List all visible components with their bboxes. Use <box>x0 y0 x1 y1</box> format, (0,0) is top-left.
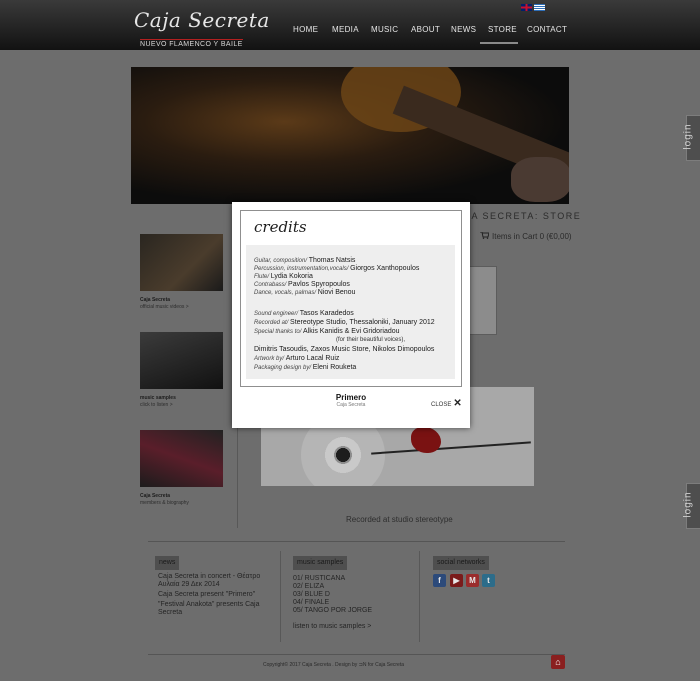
credit-line: Special thanks to/ Alkis Kanidis & Evi G… <box>254 328 400 335</box>
arrow-up-icon: ⌂ <box>555 657 561 667</box>
track-item[interactable]: 03/ BLUE D <box>293 591 330 598</box>
track-item[interactable]: 01/ RUSTICANA <box>293 575 345 582</box>
gr-flag-icon[interactable] <box>534 4 545 11</box>
login-label: login <box>682 491 694 518</box>
credit-role: Recorded at/ <box>254 320 289 326</box>
active-nav-underline <box>480 42 518 44</box>
credit-role: Special thanks to/ <box>254 329 302 335</box>
credit-name: Arturo Lacal Ruiz <box>285 355 340 362</box>
credit-name: Pavlos Spyropoulos <box>288 281 350 288</box>
thumb-members[interactable] <box>140 430 223 487</box>
nav-music[interactable]: MUSIC <box>371 25 398 34</box>
credit-role: Artwork by/ <box>254 356 285 362</box>
close-icon: ✕ <box>453 398 462 409</box>
site-logo[interactable]: Caja Secreta <box>134 8 270 32</box>
credit-role: Guitar, composition/ <box>254 258 308 264</box>
product-card[interactable] <box>466 266 497 335</box>
footer-divider-vertical <box>419 551 420 642</box>
credit-name: Thomas Natsis <box>308 257 356 264</box>
credit-line: Percussion, instrumentation,vocals/ Gior… <box>254 265 419 272</box>
cart-icon <box>480 232 489 239</box>
credit-name: Lydia Kokoria <box>270 273 313 280</box>
credit-line: Packaging design by/ Eleni Rouketa <box>254 364 356 371</box>
credit-line: Guitar, composition/ Thomas Natsis <box>254 257 355 264</box>
credit-name: Tasos Karadedos <box>299 310 354 317</box>
close-button[interactable]: CLOSE ✕ <box>431 398 462 409</box>
red-splash-shape <box>411 427 441 453</box>
credits-modal: credits Guitar, composition/ Thomas Nats… <box>232 202 470 428</box>
close-label: CLOSE <box>431 402 452 408</box>
credit-role: Dance, vocals, palmas/ <box>254 290 317 296</box>
nav-store[interactable]: STORE <box>488 25 517 34</box>
thumb-subtitle[interactable]: click to listen > <box>140 402 173 408</box>
facebook-icon[interactable]: f <box>433 574 446 587</box>
youtube-icon[interactable]: ▶ <box>450 574 463 587</box>
track-item[interactable]: 05/ TANGO POR JORGE <box>293 607 372 614</box>
nav-media[interactable]: MEDIA <box>332 25 359 34</box>
footer-divider <box>148 541 565 542</box>
nav-contact[interactable]: CONTACT <box>527 25 567 34</box>
hero-guitar-image <box>131 67 569 204</box>
track-item[interactable]: 04/ FINALE <box>293 599 329 606</box>
album-caption: Recorded at studio stereotype <box>346 515 453 524</box>
thumb-title[interactable]: Caja Secreta <box>140 493 170 499</box>
track-item[interactable]: 02/ ELIZA <box>293 583 324 590</box>
twitter-icon[interactable]: t <box>482 574 495 587</box>
credit-role: Contrabass/ <box>254 282 287 288</box>
credit-name: Giorgos Xanthopoulos <box>350 265 420 272</box>
credit-line: Flute/ Lydia Kokoria <box>254 273 313 280</box>
news-item[interactable]: Caja Secreta present "Primero" <box>158 591 278 599</box>
thumb-videos[interactable] <box>140 234 223 291</box>
credit-line: (for their beautiful voices), <box>336 337 405 343</box>
credit-name: Dimitris Tasoudis, Zaxos Music Store, Ni… <box>254 346 435 353</box>
credit-line: Dance, vocals, palmas/ Niovi Benou <box>254 289 355 296</box>
news-item[interactable]: "Festival Anakota" presents Caja Secreta <box>158 601 278 617</box>
scroll-top-button[interactable]: ⌂ <box>551 655 565 669</box>
thumb-subtitle[interactable]: official music videos > <box>140 304 189 310</box>
credit-name: Stereotype Studio, Thessaloniki, January… <box>290 319 435 326</box>
login-label: login <box>682 123 694 150</box>
news-label: news <box>155 556 180 570</box>
thumb-music-samples[interactable] <box>140 332 223 389</box>
credit-role: Sound engineer/ <box>254 311 299 317</box>
social-networks-label: social networks <box>433 556 489 570</box>
credit-name: Alkis Kanidis & Evi Gridoriadou <box>303 328 400 335</box>
listen-link[interactable]: listen to music samples > <box>293 623 371 630</box>
music-samples-label: music samples <box>293 556 348 570</box>
credit-note: (for their beautiful voices), <box>336 337 406 343</box>
hand-shape <box>511 157 569 202</box>
login-tab-bottom[interactable]: login <box>682 483 700 529</box>
credit-line: Contrabass/ Pavlos Spyropoulos <box>254 281 350 288</box>
branch-shape <box>371 441 531 455</box>
cart-link[interactable]: Items in Cart 0 (€0,00) <box>480 232 572 241</box>
credit-role: Packaging design by/ <box>254 365 312 371</box>
credit-line: Recorded at/ Stereotype Studio, Thessalo… <box>254 319 435 326</box>
credits-heading: credits <box>254 218 307 236</box>
credit-name: Eleni Rouketa <box>312 364 357 371</box>
credit-line: Sound engineer/ Tasos Karadedos <box>254 310 354 317</box>
credit-role: Percussion, instrumentation,vocals/ <box>254 266 349 272</box>
copyright-text: Copyright© 2017 Caja Secreta . Design by… <box>263 662 404 668</box>
gmail-icon[interactable]: M <box>466 574 479 587</box>
news-item[interactable]: Caja Secreta in concert - Θέατρο Αυλαία … <box>158 573 278 589</box>
cart-text: Items in Cart 0 (€0,00) <box>492 232 572 241</box>
thumb-subtitle[interactable]: members & biography <box>140 500 189 506</box>
credit-role: Flute/ <box>254 274 270 280</box>
nav-about[interactable]: ABOUT <box>411 25 440 34</box>
credit-name: Niovi Benou <box>317 289 356 296</box>
credit-line: Dimitris Tasoudis, Zaxos Music Store, Ni… <box>254 346 434 353</box>
store-title: AJA SECRETA: STORE <box>458 211 582 221</box>
login-tab-top[interactable]: login <box>682 115 700 161</box>
credit-line: Artwork by/ Arturo Lacal Ruiz <box>254 355 339 362</box>
thumb-title[interactable]: music samples <box>140 395 176 401</box>
site-tagline: NUEVO FLAMENCO Y BAILE <box>140 39 243 48</box>
thumb-title[interactable]: Caja Secreta <box>140 297 170 303</box>
nav-news[interactable]: NEWS <box>451 25 476 34</box>
footer-bottom-divider <box>148 654 565 655</box>
footer-divider-vertical <box>280 551 281 642</box>
nav-home[interactable]: HOME <box>293 25 318 34</box>
en-flag-icon[interactable] <box>521 4 532 11</box>
